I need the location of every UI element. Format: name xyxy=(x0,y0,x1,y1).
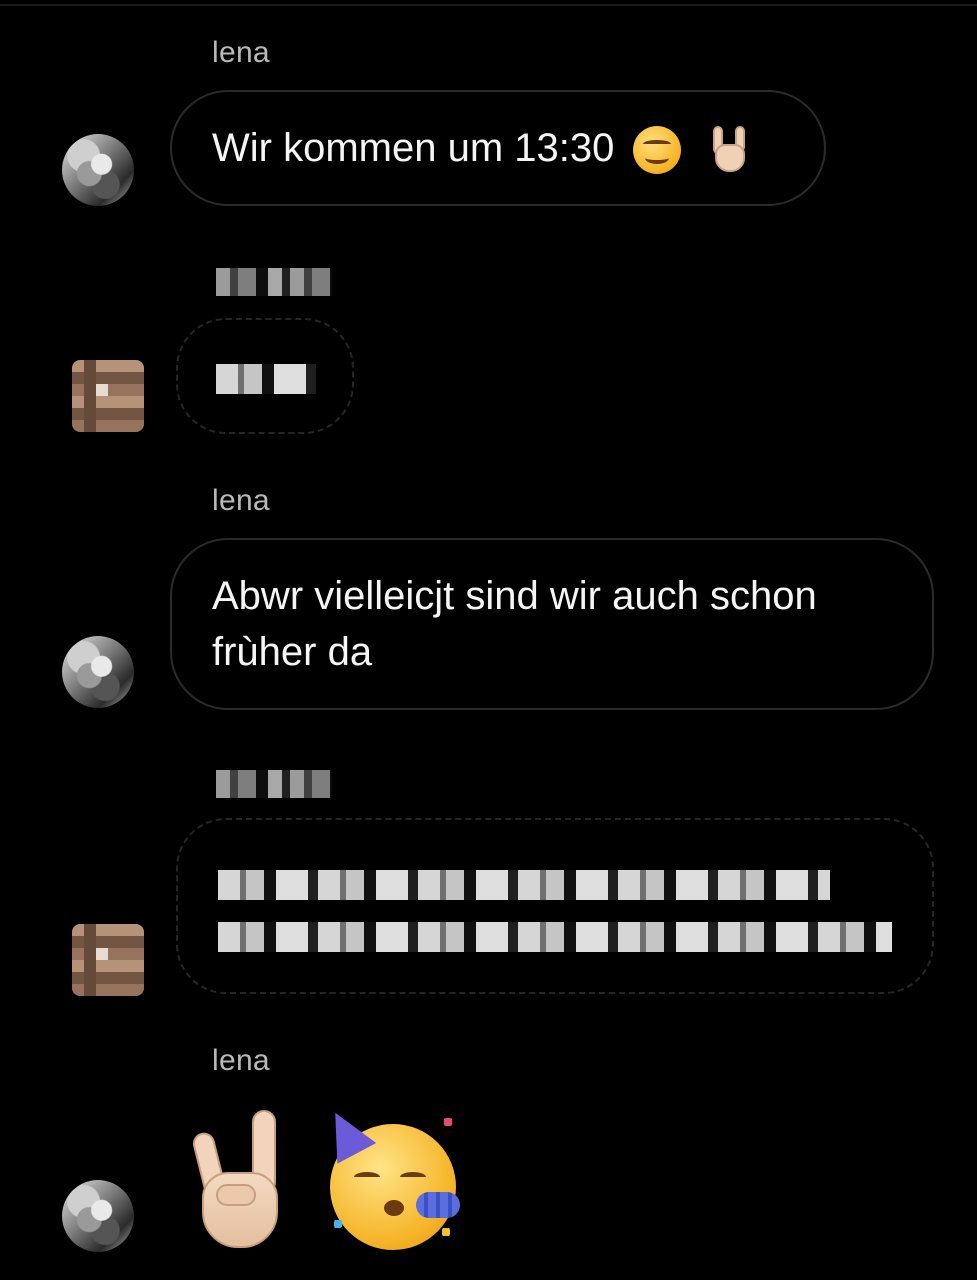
message-text: Wir kommen um 13:30 xyxy=(212,126,615,170)
avatar[interactable] xyxy=(72,360,144,432)
avatar[interactable] xyxy=(62,134,134,206)
redacted-sender-name xyxy=(216,268,332,296)
message-bubble[interactable]: Wir kommen um 13:30 xyxy=(170,90,826,206)
avatar[interactable] xyxy=(62,636,134,708)
message-bubble[interactable] xyxy=(176,318,354,434)
avatar[interactable] xyxy=(72,924,144,996)
sign-of-the-horns-icon xyxy=(709,126,749,174)
sign-of-the-horns-icon[interactable] xyxy=(188,1110,288,1250)
message-bubble[interactable]: Abwr vielleicjt sind wir auch schon frùh… xyxy=(170,538,934,710)
redacted-message-text xyxy=(218,922,892,952)
message-bubble[interactable] xyxy=(176,818,934,994)
message-text: Abwr vielleicjt sind wir auch schon frùh… xyxy=(212,574,817,674)
redacted-sender-name xyxy=(216,770,332,798)
avatar[interactable] xyxy=(62,1180,134,1252)
smiling-face-icon xyxy=(633,126,682,175)
partying-face-icon[interactable] xyxy=(315,1102,464,1250)
sender-name: lena xyxy=(212,1044,270,1077)
redacted-message-text xyxy=(218,870,830,900)
sender-name: lena xyxy=(212,36,270,69)
top-divider xyxy=(0,4,977,6)
sender-name: lena xyxy=(212,484,270,517)
redacted-message-text xyxy=(216,364,316,394)
